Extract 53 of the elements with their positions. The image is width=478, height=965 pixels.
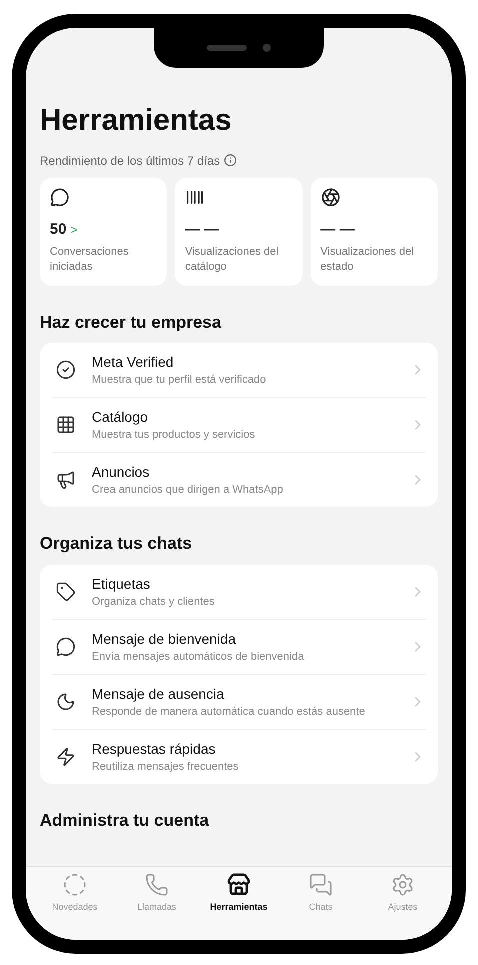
phone-icon	[145, 872, 169, 896]
section-heading: Haz crecer tu empresa	[40, 312, 222, 334]
stat-label: Visualizaciones del catálogo	[185, 245, 280, 276]
list-item[interactable]: Respuestas rápidas Reutiliza mensajes frecuentes	[52, 729, 426, 784]
list-item[interactable]: Etiquetas Organiza chats y clientes	[52, 564, 426, 619]
item-title: Catálogo	[92, 408, 150, 428]
list-item[interactable]: Meta Verified Muestra que tu perfil está verificado	[52, 343, 426, 398]
item-title: Meta Verified	[92, 353, 175, 372]
stat-label: Conversaciones iniciadas	[50, 245, 130, 276]
list-item[interactable]: Catálogo Muestra tus productos y servicios	[52, 397, 426, 452]
tag-icon	[56, 582, 76, 602]
item-title: Respuestas rápidas	[92, 740, 217, 760]
settings-icon	[391, 872, 415, 896]
item-subtitle: Envía mensajes automáticos de bienvenida	[92, 650, 306, 665]
stat-card[interactable]: — — Visualizaciones del estado	[310, 178, 438, 286]
item-subtitle: Crea anuncios que dirigen a WhatsApp	[92, 483, 284, 498]
section-heading: Administra tu cuenta	[40, 810, 210, 832]
aperture-icon	[320, 188, 341, 207]
camera	[263, 44, 271, 52]
item-subtitle: Muestra que tu perfil está verificado	[92, 373, 268, 388]
chat-bubble-icon	[50, 188, 70, 207]
tab[interactable]: Herramientas	[200, 872, 278, 914]
stat-label: Visualizaciones del estado	[320, 245, 416, 276]
chats-icon	[309, 872, 333, 896]
item-subtitle: Muestra tus productos y servicios	[92, 428, 256, 444]
megaphone-icon	[56, 470, 76, 490]
item-title: Etiquetas	[92, 574, 152, 594]
stat-value: 50	[50, 220, 67, 240]
check-circle-icon	[56, 360, 76, 380]
item-title: Mensaje de bienvenida	[92, 630, 237, 649]
item-title: Anuncios	[92, 463, 151, 482]
grid-icon	[56, 415, 76, 436]
status-icon	[63, 872, 87, 896]
list-item[interactable]: Mensaje de ausencia Responde de manera automática cuando estás ausente	[52, 674, 426, 730]
list-item[interactable]: Mensaje de bienvenida Envía mensajes automáticos de bienvenida	[52, 619, 426, 674]
section-heading: Organiza tus chats	[40, 533, 194, 556]
lightning-icon	[56, 747, 76, 768]
item-subtitle: Organiza chats y clientes	[92, 594, 216, 610]
item-subtitle: Responde de manera automática cuando estás ausente	[92, 705, 366, 720]
moon-icon	[56, 692, 76, 712]
stat-card[interactable]: 50 > Conversaciones iniciadas	[40, 178, 168, 286]
page-title: Herramientas	[40, 103, 233, 139]
stat-value: — —	[320, 220, 355, 240]
item-subtitle: Reutiliza mensajes frecuentes	[92, 760, 240, 776]
stat-value: — —	[185, 220, 220, 240]
stat-card[interactable]: — — Visualizaciones del catálogo	[175, 178, 303, 286]
speaker	[207, 45, 247, 51]
item-title: Mensaje de ausencia	[92, 685, 226, 704]
list-item[interactable]: Anuncios Crea anuncios que dirigen a WhatsApp	[52, 452, 426, 508]
info-icon[interactable]	[224, 154, 238, 167]
section-subtitle: Rendimiento de los últimos 7 días	[40, 152, 220, 170]
store-icon	[227, 872, 251, 896]
chat-bubble-icon	[56, 637, 76, 658]
